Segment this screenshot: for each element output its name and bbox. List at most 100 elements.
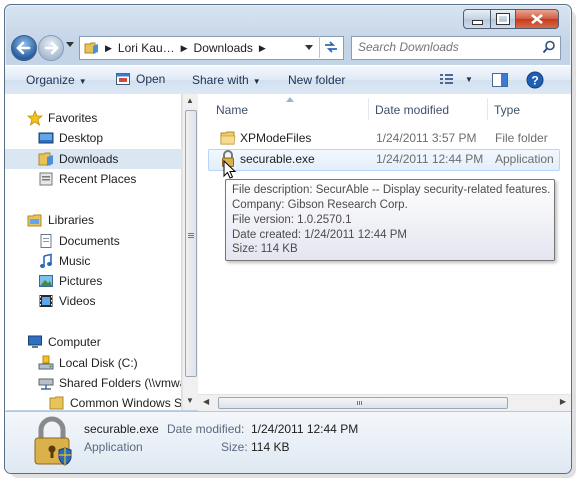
file-name: XPModeFiles [240, 131, 312, 145]
preview-pane-icon[interactable] [491, 72, 509, 88]
mouse-cursor-icon [223, 160, 237, 179]
chevron-down-icon: ▼ [465, 74, 473, 84]
details-type: Application [84, 440, 143, 454]
star-icon [27, 110, 43, 126]
nav-label: Shared Folders (\\vmwa [59, 376, 181, 390]
documents-icon [40, 234, 52, 248]
nav-shared-folders[interactable]: Shared Folders (\\vmwa [5, 373, 181, 393]
nav-favorites[interactable]: Favorites [5, 108, 203, 128]
maximize-button[interactable] [491, 9, 516, 29]
change-view-button[interactable]: ▼ [439, 72, 473, 86]
downloads-folder-icon [38, 152, 53, 166]
caption-buttons [463, 9, 559, 29]
breadcrumb-separator-icon[interactable]: ▶ [181, 43, 188, 54]
scroll-right-icon[interactable]: ▶ [560, 397, 566, 406]
navigation-pane: Favorites Desktop Downloads Recent Place… [5, 94, 214, 413]
hard-drive-icon [38, 355, 54, 370]
forward-button[interactable] [38, 35, 64, 61]
nav-label: Downloads [59, 152, 119, 166]
close-button[interactable] [516, 9, 559, 29]
back-arrow-icon [16, 41, 31, 55]
file-info-tooltip: File description: SecurAble -- Display s… [225, 179, 555, 261]
breadcrumb-downloads[interactable]: Downloads [194, 41, 253, 55]
new-folder-button[interactable]: New folder [288, 73, 345, 87]
command-bar: Organize ▼ Open Share with ▼ New folder ▼ … [5, 65, 571, 95]
column-header-name[interactable]: Name [216, 94, 356, 122]
column-divider[interactable] [487, 98, 488, 120]
nav-label: Computer [48, 335, 101, 349]
file-type: File folder [495, 131, 548, 145]
folder-icon [49, 396, 64, 410]
details-date-value: 1/24/2011 12:44 PM [251, 422, 359, 436]
nav-label: Desktop [59, 131, 104, 145]
open-label: Open [136, 72, 166, 86]
help-icon[interactable]: ? [526, 71, 544, 89]
nav-label: Music [59, 254, 91, 268]
horizontal-scrollbar[interactable]: ◀ ▶ [198, 394, 571, 411]
details-pane: securable.exe Date modified: 1/24/2011 1… [5, 411, 571, 473]
music-icon [40, 253, 52, 268]
pictures-icon [39, 275, 53, 287]
nav-label: Recent Places [59, 172, 137, 186]
nav-common-windows[interactable]: Common Windows Sl [5, 393, 181, 413]
column-header-type[interactable]: Type [494, 94, 564, 122]
open-button[interactable]: Open [115, 71, 165, 87]
address-row: ▶ Lori Kau… ▶ Downloads ▶ [5, 33, 571, 63]
recent-places-icon [39, 172, 53, 186]
organize-label: Organize [26, 73, 75, 87]
navigation-scrollbar[interactable]: ▲ ▼ [182, 94, 198, 410]
refresh-button[interactable] [319, 36, 342, 58]
nav-label: Libraries [48, 213, 95, 227]
tooltip-size: Size: 114 KB [232, 243, 298, 255]
new-folder-label: New folder [288, 73, 346, 87]
scrollbar-thumb[interactable] [185, 110, 197, 377]
tooltip-created: Date created: 1/24/2011 12:44 PM [232, 229, 407, 241]
search-box[interactable] [351, 36, 561, 60]
close-icon [531, 14, 543, 24]
organize-button[interactable]: Organize ▼ [26, 73, 87, 87]
minimize-icon [471, 19, 483, 25]
view-options-icon [440, 74, 453, 84]
scroll-left-icon[interactable]: ◀ [203, 397, 209, 406]
tooltip-company: Company: Gibson Research Corp. [232, 199, 408, 211]
scroll-down-icon[interactable]: ▼ [186, 396, 194, 405]
nav-label: Pictures [59, 274, 103, 288]
share-with-label: Share with [192, 73, 249, 87]
nav-label: Videos [59, 294, 96, 308]
details-date-label: Date modified: [167, 422, 245, 436]
table-row[interactable]: XPModeFiles 1/24/2011 3:57 PM File folde… [208, 128, 558, 148]
nav-label: Common Windows Sl [70, 396, 181, 410]
nav-label: Local Disk (C:) [59, 356, 138, 370]
address-dropdown-icon[interactable] [305, 45, 313, 51]
network-drive-icon [38, 378, 54, 390]
column-header-date-modified[interactable]: Date modified [375, 94, 485, 122]
search-icon[interactable] [542, 40, 556, 54]
scroll-up-icon[interactable]: ▲ [186, 96, 194, 105]
breadcrumb-separator-icon[interactable]: ▶ [259, 43, 266, 54]
file-date: 1/24/2011 3:57 PM [376, 131, 477, 145]
forward-arrow-icon [44, 41, 59, 55]
details-size-label: Size: [221, 440, 248, 454]
recent-pages-dropdown-icon[interactable] [66, 42, 74, 48]
explorer-window: ▶ Lori Kau… ▶ Downloads ▶ Organize▼ Open… [4, 4, 572, 474]
breadcrumb-user[interactable]: Lori Kau… [118, 41, 175, 55]
nav-computer[interactable]: Computer [5, 332, 203, 352]
column-divider[interactable] [368, 98, 369, 120]
table-row[interactable]: securable.exe 1/24/2011 12:44 PM Applica… [208, 149, 560, 171]
desktop-icon [38, 132, 54, 144]
file-name: securable.exe [240, 152, 315, 166]
scrollbar-thumb[interactable] [218, 397, 508, 409]
details-size-value: 114 KB [251, 440, 290, 454]
search-input[interactable] [358, 39, 536, 55]
nav-label: Favorites [48, 111, 98, 125]
nav-label: Documents [59, 234, 120, 248]
nav-libraries[interactable]: Libraries [5, 210, 203, 230]
breadcrumb-separator-icon[interactable]: ▶ [105, 43, 112, 54]
folder-icon [84, 42, 98, 54]
minimize-button[interactable] [463, 9, 491, 29]
file-date: 1/24/2011 12:44 PM [376, 152, 484, 166]
address-bar[interactable]: ▶ Lori Kau… ▶ Downloads ▶ [79, 36, 344, 60]
share-with-button[interactable]: Share with ▼ [192, 73, 261, 87]
refresh-icon [325, 41, 337, 53]
back-button[interactable] [11, 35, 37, 61]
